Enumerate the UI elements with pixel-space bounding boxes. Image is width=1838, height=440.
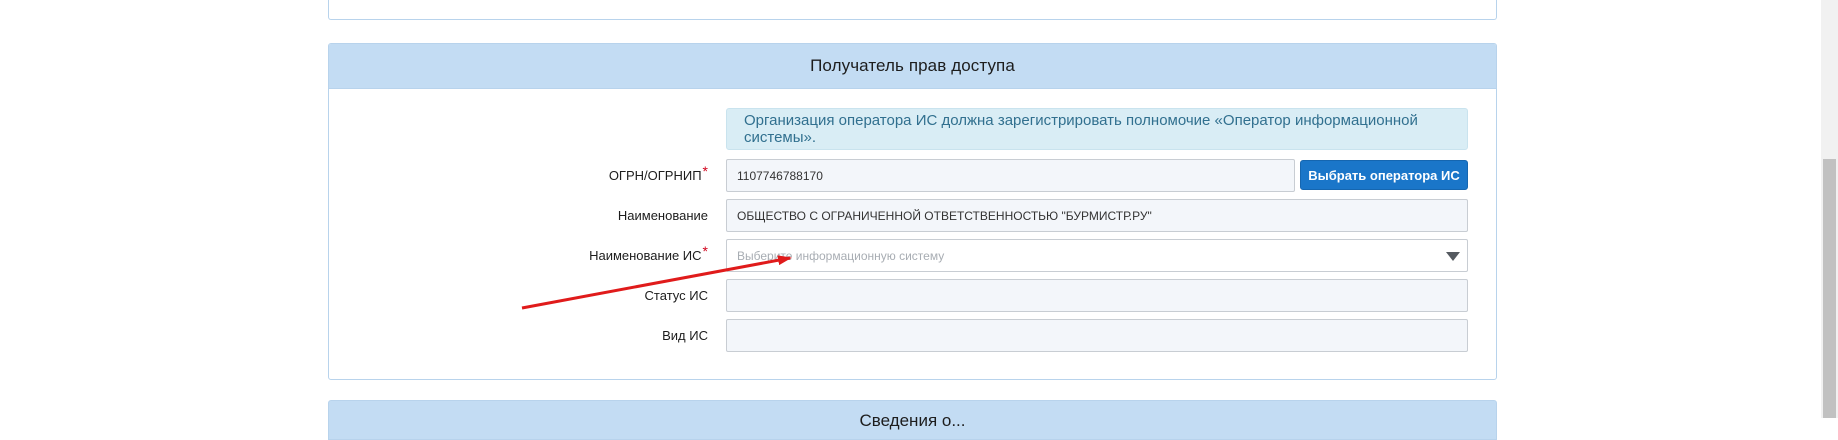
ogrn-label-text: ОГРН/ОГРНИП <box>608 168 702 183</box>
is-name-select-placeholder: Выберите информационную систему <box>737 248 945 263</box>
is-status-label-text: Статус ИС <box>644 288 708 303</box>
ogrn-input[interactable]: 1107746788170 <box>726 159 1295 192</box>
name-label-text: Наименование <box>617 208 708 223</box>
previous-panel-bottom <box>328 0 1497 20</box>
is-kind-label: Вид ИС <box>662 319 708 352</box>
scrollbar-track[interactable] <box>1821 0 1838 418</box>
is-status-row: Статус ИС <box>329 279 1496 312</box>
next-panel-header: Сведения о... <box>328 400 1497 440</box>
name-input[interactable]: ОБЩЕСТВО С ОГРАНИЧЕННОЙ ОТВЕТСТВЕННОСТЬЮ… <box>726 199 1468 232</box>
next-panel-title: Сведения о... <box>859 411 966 430</box>
required-marker: * <box>702 242 708 259</box>
name-label: Наименование <box>618 199 708 232</box>
is-name-label: Наименование ИС * <box>589 239 708 272</box>
name-input-value: ОБЩЕСТВО С ОГРАНИЧЕННОЙ ОТВЕТСТВЕННОСТЬЮ… <box>737 208 1152 223</box>
ogrn-row: ОГРН/ОГРНИП * 1107746788170 Выбрать опера… <box>329 159 1496 192</box>
is-name-label-text: Наименование ИС <box>589 248 702 263</box>
name-row: Наименование ОБЩЕСТВО С ОГРАНИЧЕННОЙ ОТВ… <box>329 199 1496 232</box>
chevron-down-icon <box>1446 252 1460 261</box>
scrollbar-thumb[interactable] <box>1823 159 1836 418</box>
is-kind-input[interactable] <box>726 319 1468 352</box>
access-recipient-panel: Получатель прав доступа Организация опер… <box>328 43 1497 380</box>
select-operator-button-label: Выбрать оператора ИС <box>1308 167 1460 183</box>
is-name-select[interactable]: Выберите информационную систему <box>726 239 1468 272</box>
ogrn-input-value: 1107746788170 <box>737 168 823 183</box>
required-marker: * <box>702 162 708 179</box>
is-name-row: Наименование ИС * Выберите информационную… <box>329 239 1496 272</box>
panel-header: Получатель прав доступа <box>329 44 1496 89</box>
is-status-input[interactable] <box>726 279 1468 312</box>
is-kind-row: Вид ИС <box>329 319 1496 352</box>
select-operator-button[interactable]: Выбрать оператора ИС <box>1300 160 1468 190</box>
ogrn-label: ОГРН/ОГРНИП * <box>609 159 708 192</box>
is-status-label: Статус ИС <box>645 279 708 312</box>
panel-title: Получатель прав доступа <box>810 56 1015 75</box>
is-kind-label-text: Вид ИС <box>662 328 708 343</box>
info-alert-text: Организация оператора ИС должна зарегист… <box>744 112 1418 146</box>
info-alert: Организация оператора ИС должна зарегист… <box>726 108 1468 150</box>
